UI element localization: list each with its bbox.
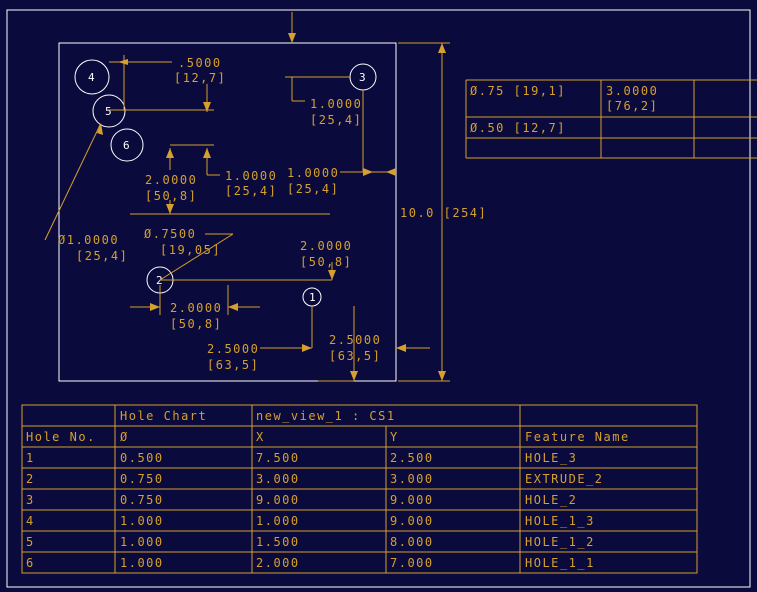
side-cell-r2c1: Ø.50 [12,7] <box>470 121 566 135</box>
side-cell-r1c2: 3.0000 <box>606 84 658 98</box>
header-y: Y <box>390 430 399 444</box>
row4-dia: 1.000 <box>120 514 164 528</box>
dim-h3-inch: 1.0000 <box>310 97 362 111</box>
row1-dia: 0.500 <box>120 451 164 465</box>
row2-hole: 2 <box>26 472 35 486</box>
dim-dia1-inch: Ø1.0000 <box>58 233 119 247</box>
hole-1-label: 1 <box>309 291 316 304</box>
header-x: X <box>256 430 265 444</box>
row2-dia: 0.750 <box>120 472 164 486</box>
dim-br25-inch: 2.5000 <box>329 333 381 347</box>
hole-chart: Hole Chart new_view_1 : CS1 Hole No. Ø X… <box>21 404 698 574</box>
header-hole-no: Hole No. <box>26 430 96 444</box>
header-feature-name: Feature Name <box>525 430 630 444</box>
row1-x: 7.500 <box>256 451 300 465</box>
dim-bot2-inch: 2.0000 <box>170 301 222 315</box>
row1-feature: HOLE_3 <box>525 451 577 465</box>
dim-bot2-mm: [50,8] <box>170 317 222 331</box>
dim-left-mm: [50,8] <box>145 189 197 203</box>
row4-feature: HOLE_1_3 <box>525 514 595 528</box>
dim-top-inch: .5000 <box>178 56 222 70</box>
row6-feature: HOLE_1_1 <box>525 556 595 570</box>
hole-6-label: 6 <box>123 139 130 152</box>
row1-hole: 1 <box>26 451 35 465</box>
drawing-sheet: 4 5 6 3 2 1 .5000 [12,7] 1.0000 [25,4] 1… <box>0 0 757 592</box>
row3-feature: HOLE_2 <box>525 493 577 507</box>
part-outline <box>58 42 397 382</box>
row6-x: 2.000 <box>256 556 300 570</box>
dim-dia1-mm: [25,4] <box>76 249 128 263</box>
hole-chart-title: Hole Chart <box>120 409 207 423</box>
row3-y: 9.000 <box>390 493 434 507</box>
row5-y: 8.000 <box>390 535 434 549</box>
side-table: Ø.75 [19,1] 3.0000 [76,2] Ø.50 [12,7] <box>465 79 757 159</box>
row5-x: 1.500 <box>256 535 300 549</box>
row2-feature: EXTRUDE_2 <box>525 472 604 486</box>
hole-3-label: 3 <box>359 71 366 84</box>
dim-mid1-inch: 1.0000 <box>225 169 277 183</box>
row3-hole: 3 <box>26 493 35 507</box>
dim-mid1-mm: [25,4] <box>225 184 277 198</box>
row5-hole: 5 <box>26 535 35 549</box>
hole-4-label: 4 <box>88 71 95 84</box>
row6-y: 7.000 <box>390 556 434 570</box>
dim-top-mm: [12,7] <box>174 71 226 85</box>
side-cell-r1c1: Ø.75 [19,1] <box>470 84 566 98</box>
row4-hole: 4 <box>26 514 35 528</box>
dim-mid2-mm: [25,4] <box>287 182 339 196</box>
hole-chart-csys: new_view_1 : CS1 <box>256 409 396 423</box>
hole-5-label: 5 <box>105 105 112 118</box>
row5-dia: 1.000 <box>120 535 164 549</box>
dim-right2-mm: [50,8] <box>300 255 352 269</box>
dim-bl25-inch: 2.5000 <box>207 342 259 356</box>
row6-hole: 6 <box>26 556 35 570</box>
dim-mid2-inch: 1.0000 <box>287 166 339 180</box>
dim-right2-inch: 2.0000 <box>300 239 352 253</box>
row3-x: 9.000 <box>256 493 300 507</box>
header-diameter: Ø <box>120 430 129 444</box>
row6-dia: 1.000 <box>120 556 164 570</box>
dim-height: 10.0 [254] <box>400 206 487 220</box>
row5-feature: HOLE_1_2 <box>525 535 595 549</box>
dim-br25-mm: [63,5] <box>329 349 381 363</box>
dim-left-inch: 2.0000 <box>145 173 197 187</box>
drawing-canvas: 4 5 6 3 2 1 .5000 [12,7] 1.0000 [25,4] 1… <box>6 9 757 588</box>
side-cell-r1c2b: [76,2] <box>606 99 658 113</box>
row1-y: 2.500 <box>390 451 434 465</box>
dim-bl25-mm: [63,5] <box>207 358 259 372</box>
dim-dia75-inch: Ø.7500 <box>144 227 196 241</box>
row2-x: 3.000 <box>256 472 300 486</box>
row2-y: 3.000 <box>390 472 434 486</box>
dim-h3-mm: [25,4] <box>310 113 362 127</box>
row4-y: 9.000 <box>390 514 434 528</box>
row3-dia: 0.750 <box>120 493 164 507</box>
dim-dia75-mm: [19,05] <box>160 243 221 257</box>
row4-x: 1.000 <box>256 514 300 528</box>
